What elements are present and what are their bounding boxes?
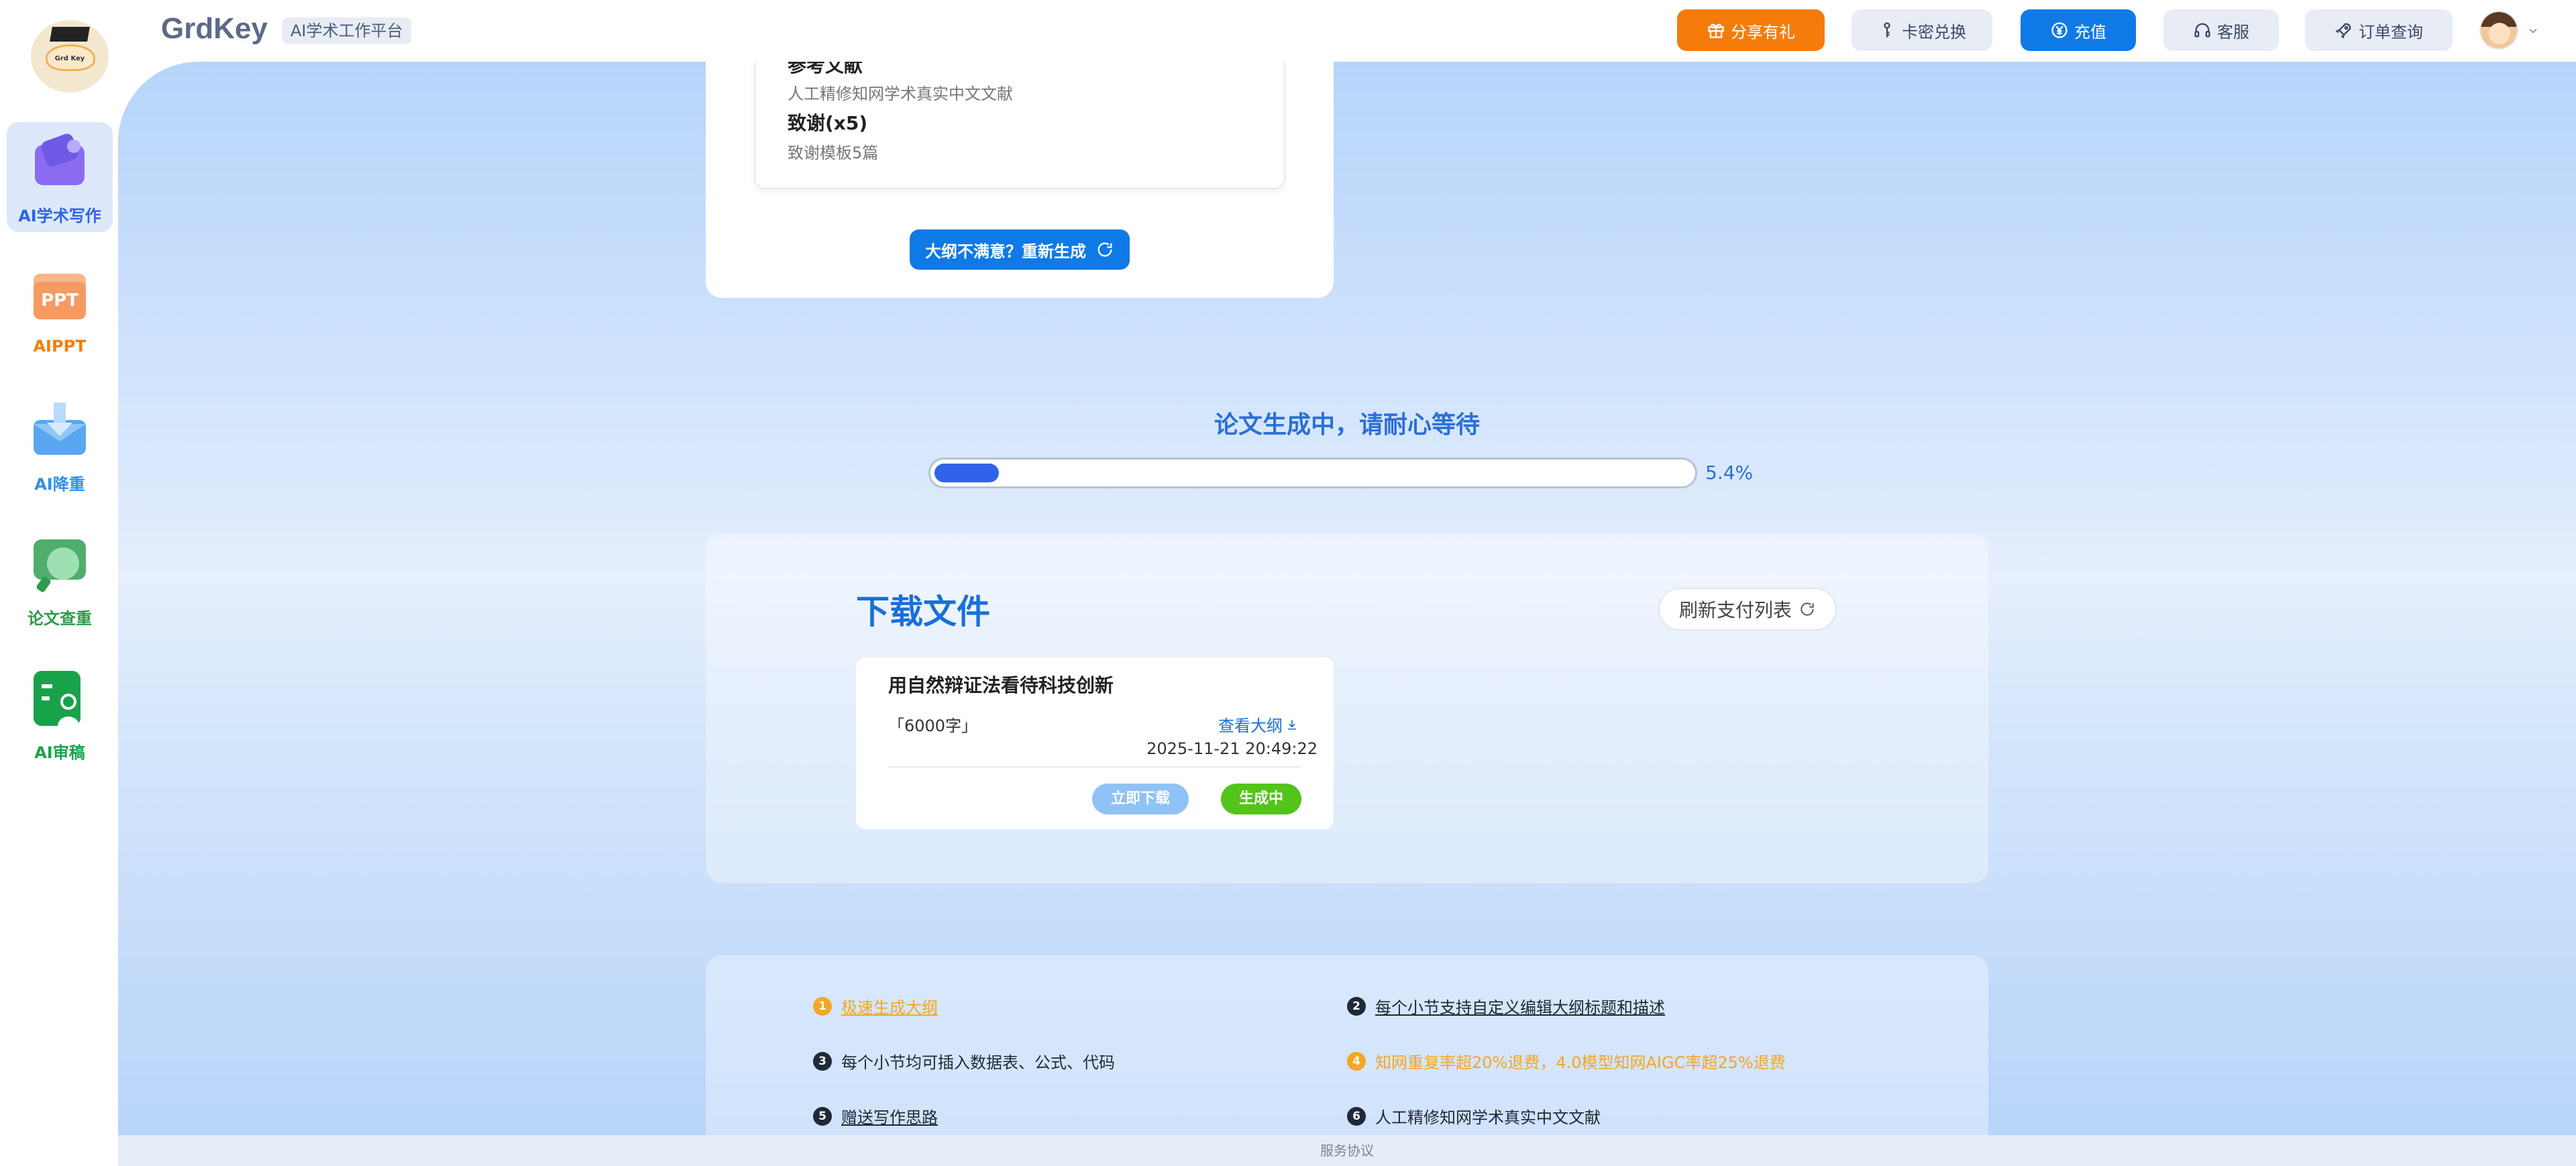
regenerate-outline-button[interactable]: 大纲不满意？重新生成 <box>910 229 1130 270</box>
sidebar-item-ai-writing[interactable]: AI学术写作 <box>7 122 113 232</box>
rocket-icon <box>2335 23 2351 39</box>
headset-icon <box>2194 23 2210 38</box>
feature-number: 5 <box>813 1106 832 1126</box>
logo[interactable]: Grd Key <box>31 20 109 93</box>
download-now-button[interactable]: 立即下载 <box>1092 784 1189 814</box>
key-icon <box>1884 22 1890 38</box>
feature-item: 1 极速生成大纲 <box>813 994 938 1018</box>
sidebar-item-label: AIPPT <box>33 337 87 356</box>
divider <box>888 766 1301 767</box>
feature-number: 1 <box>813 996 832 1016</box>
file-title: 用自然辩证法看待科技创新 <box>888 674 1114 696</box>
customer-service-label: 客服 <box>2217 22 2249 42</box>
magnifier-icon <box>34 539 86 592</box>
feature-text[interactable]: 极速生成大纲 <box>841 994 938 1018</box>
platform-tag: AI学术工作平台 <box>282 17 411 44</box>
status-badge: 生成中 <box>1221 784 1301 814</box>
feature-item: 5 赠送写作思路 <box>813 1104 938 1128</box>
envelope-download-icon <box>34 403 86 455</box>
references-description: 人工精修知网学术真实中文文献 <box>788 85 1013 103</box>
feature-text[interactable]: 每个小节支持自定义编辑大纲标题和描述 <box>1375 994 1665 1018</box>
file-word-count: 「6000字」 <box>888 717 978 735</box>
feature-number: 2 <box>1347 996 1366 1016</box>
download-title: 下载文件 <box>856 592 990 631</box>
recharge-button[interactable]: 充值 <box>2021 9 2136 51</box>
feature-number: 3 <box>813 1051 832 1071</box>
feature-number: 6 <box>1347 1106 1366 1126</box>
logo-text: Grd Key <box>54 55 85 62</box>
redeem-card-label: 卡密兑换 <box>1902 22 1966 42</box>
sidebar-item-ai-rewrite[interactable]: AI降重 <box>7 390 113 500</box>
gift-icon <box>1708 23 1724 38</box>
share-label: 分享有礼 <box>1731 22 1795 42</box>
sidebar: AI学术写作 PPT AIPPT AI降重 论文查重 AI审稿 <box>0 62 118 1166</box>
sidebar-item-plagiarism-check[interactable]: 论文查重 <box>7 525 113 635</box>
file-timestamp: 2025-11-21 20:49:22 <box>1146 739 1318 758</box>
progress-title: 论文生成中，请耐心等待 <box>1214 411 1480 439</box>
svg-text:PPT: PPT <box>41 290 78 311</box>
progress-bar <box>928 458 1697 488</box>
feature-text: 知网重复率超20%退费，4.0模型知网AIGC率超25%退费 <box>1375 1053 1786 1072</box>
feature-text: 人工精修知网学术真实中文文献 <box>1375 1108 1601 1127</box>
feature-item: 3 每个小节均可插入数据表、公式、代码 <box>813 1049 1115 1073</box>
acknowledgement-description: 致谢模板5篇 <box>788 144 879 162</box>
reviewer-icon <box>34 671 80 726</box>
customer-service-button[interactable]: 客服 <box>2163 9 2279 51</box>
footer-service-agreement[interactable]: 服务协议 <box>118 1135 2576 1166</box>
refresh-label: 刷新支付列表 <box>1678 599 1792 621</box>
user-avatar[interactable] <box>2479 11 2518 50</box>
feature-item: 4 知网重复率超20%退费，4.0模型知网AIGC率超25%退费 <box>1347 1049 1786 1073</box>
share-button[interactable]: 分享有礼 <box>1677 9 1825 51</box>
feature-number: 4 <box>1347 1051 1366 1071</box>
header-overlap <box>706 0 1334 62</box>
acknowledgement-title: 致谢(x5) <box>788 112 868 134</box>
progress-percent: 5.4% <box>1705 462 1754 484</box>
sidebar-item-label: AI审稿 <box>34 743 85 762</box>
feature-text: 每个小节均可插入数据表、公式、代码 <box>841 1053 1115 1072</box>
view-outline-link[interactable]: 查看大纲 <box>1218 712 1299 736</box>
chevron-down-icon[interactable] <box>2526 24 2540 38</box>
recharge-label: 充值 <box>2074 22 2106 42</box>
feature-text[interactable]: 赠送写作思路 <box>841 1104 938 1128</box>
feature-item: 2 每个小节支持自定义编辑大纲标题和描述 <box>1347 994 1665 1018</box>
file-card: 用自然辩证法看待科技创新 「6000字」 查看大纲 2025-11-21 20:… <box>856 657 1334 829</box>
sidebar-item-label: AI学术写作 <box>18 207 101 225</box>
redeem-card-button[interactable]: 卡密兑换 <box>1851 9 1992 51</box>
brand-name[interactable]: GrdKey <box>161 12 268 46</box>
order-query-label: 订单查询 <box>2359 22 2423 42</box>
sidebar-item-ai-ppt[interactable]: PPT AIPPT <box>7 256 113 366</box>
download-arrow-icon <box>1288 719 1296 729</box>
regenerate-label: 大纲不满意？重新生成 <box>925 242 1086 261</box>
ppt-icon: PPT <box>34 274 86 319</box>
refresh-icon <box>1801 602 1814 616</box>
sidebar-item-ai-review[interactable]: AI审稿 <box>7 659 113 769</box>
sidebar-item-label: AI降重 <box>34 475 85 494</box>
feature-item: 6 人工精修知网学术真实中文文献 <box>1347 1104 1601 1128</box>
sidebar-item-label: 论文查重 <box>28 609 92 628</box>
order-query-button[interactable]: 订单查询 <box>2305 9 2453 51</box>
refresh-payment-list-button[interactable]: 刷新支付列表 <box>1658 588 1837 631</box>
pencil-icon <box>35 134 85 185</box>
yuan-icon <box>2051 22 2068 38</box>
refresh-icon <box>1097 242 1112 257</box>
progress-bar-fill <box>934 464 999 482</box>
view-outline-label: 查看大纲 <box>1218 717 1283 735</box>
